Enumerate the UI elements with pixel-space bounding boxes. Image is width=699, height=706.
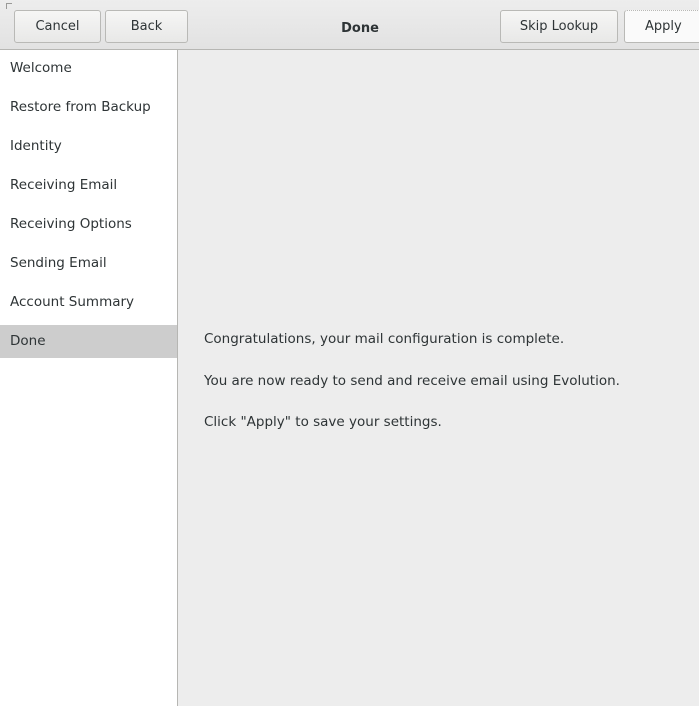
sidebar-item-welcome[interactable]: Welcome bbox=[0, 52, 177, 85]
sidebar-item-identity[interactable]: Identity bbox=[0, 130, 177, 163]
sidebar: Welcome Restore from Backup Identity Rec… bbox=[0, 50, 178, 706]
congratulations-text: Congratulations, your mail configuration… bbox=[204, 331, 565, 347]
sidebar-item-sending-email[interactable]: Sending Email bbox=[0, 247, 177, 280]
sidebar-item-account-summary[interactable]: Account Summary bbox=[0, 286, 177, 319]
back-button[interactable]: Back bbox=[105, 10, 188, 43]
apply-hint-text: Click "Apply" to save your settings. bbox=[204, 414, 442, 430]
sidebar-item-done[interactable]: Done bbox=[0, 325, 177, 358]
sidebar-item-receiving-options[interactable]: Receiving Options bbox=[0, 208, 177, 241]
sidebar-item-restore-from-backup[interactable]: Restore from Backup bbox=[0, 91, 177, 124]
assistant-window: Cancel Back Done Skip Lookup Apply Welco… bbox=[0, 0, 699, 706]
main-content: Congratulations, your mail configuration… bbox=[178, 50, 699, 706]
header-bar: Cancel Back Done Skip Lookup Apply bbox=[0, 0, 699, 50]
skip-lookup-button[interactable]: Skip Lookup bbox=[500, 10, 618, 43]
cancel-button[interactable]: Cancel bbox=[14, 10, 101, 43]
page-title: Done bbox=[341, 21, 379, 36]
apply-button[interactable]: Apply bbox=[624, 10, 699, 43]
window-corner-mark bbox=[6, 3, 12, 9]
sidebar-item-receiving-email[interactable]: Receiving Email bbox=[0, 169, 177, 202]
ready-text: You are now ready to send and receive em… bbox=[204, 373, 620, 389]
